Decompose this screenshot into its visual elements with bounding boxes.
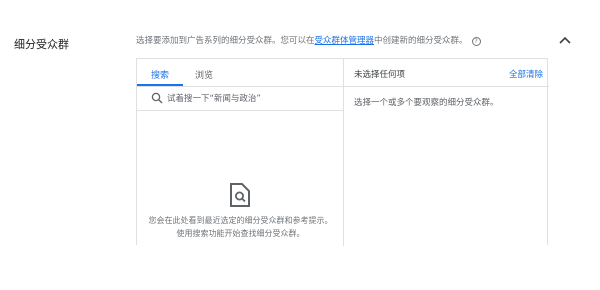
empty-state-line1: 您会在此处看到最近选定的细分受众群和参考提示。	[148, 216, 333, 225]
empty-state-text: 您会在此处看到最近选定的细分受众群和参考提示。 使用搜索功能开始查找细分受众群。	[137, 214, 344, 240]
section-description: 选择要添加到广告系列的细分受众群。您可以在受众群体管理器中创建新的细分受众群。?	[136, 34, 481, 46]
search-input[interactable]	[167, 91, 332, 106]
collapse-button[interactable]	[557, 33, 573, 47]
empty-state-line2: 使用搜索功能开始查找细分受众群。	[176, 229, 305, 238]
none-selected-label: 未选择任何项	[354, 70, 406, 80]
description-prefix: 选择要添加到广告系列的细分受众群。您可以在	[136, 36, 315, 46]
left-panel: 搜索 浏览 您会在此处看到最近选定的细分受众群和参考提示。 使用搜索功能开始查找…	[137, 59, 344, 246]
search-bar	[137, 87, 343, 111]
audience-picker: 搜索 浏览 您会在此处看到最近选定的细分受众群和参考提示。 使用搜索功能开始查找…	[136, 58, 549, 246]
tab-search[interactable]: 搜索	[151, 68, 169, 81]
description-suffix: 中创建新的细分受众群。	[374, 36, 468, 46]
help-icon[interactable]: ?	[471, 37, 481, 46]
tab-bar: 搜索 浏览	[137, 59, 343, 87]
selection-hint: 选择一个或多个要观察的细分受众群。	[354, 98, 499, 108]
document-search-icon	[230, 183, 250, 207]
audience-manager-link[interactable]: 受众群体管理器	[315, 36, 375, 46]
tab-browse[interactable]: 浏览	[195, 68, 213, 81]
chevron-up-icon	[559, 36, 571, 44]
clear-all-button[interactable]: 全部清除	[509, 68, 543, 80]
search-icon	[151, 92, 163, 104]
active-tab-indicator	[137, 84, 183, 86]
right-panel: 未选择任何项 全部清除 选择一个或多个要观察的细分受众群。	[344, 59, 549, 246]
section-title: 细分受众群	[14, 38, 69, 51]
selection-header: 未选择任何项 全部清除	[344, 59, 549, 87]
